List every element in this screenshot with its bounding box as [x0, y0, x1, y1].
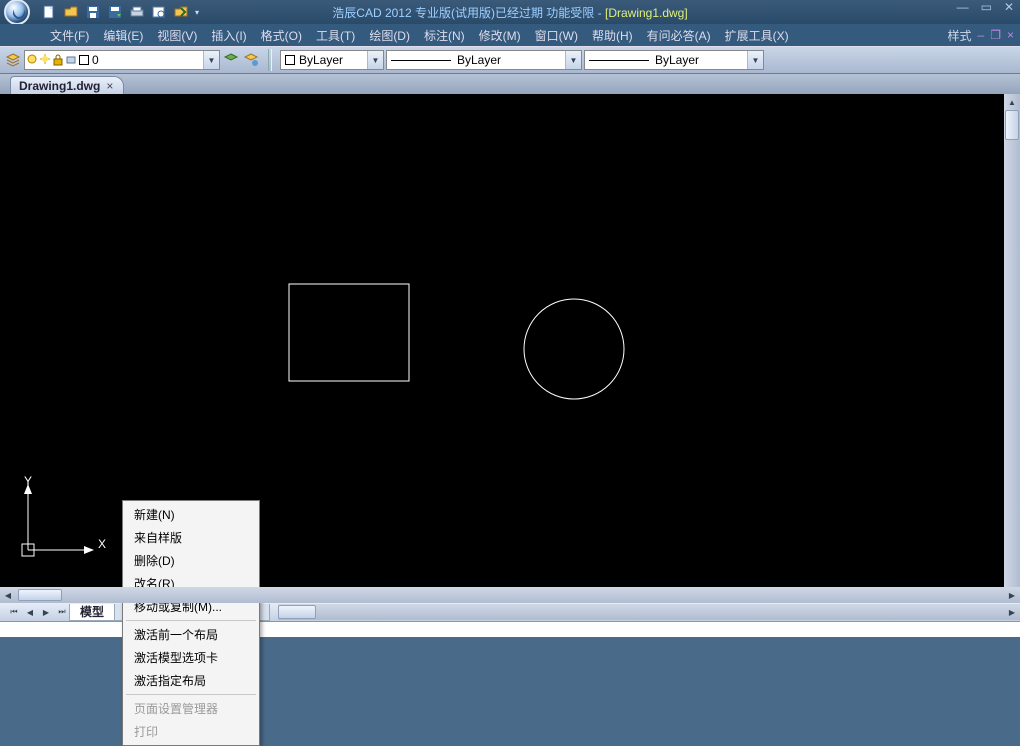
menu-view[interactable]: 视图(V) [151, 25, 203, 46]
linetype-dropdown[interactable]: ByLayer ▼ [386, 50, 582, 70]
color-dropdown[interactable]: ByLayer ▼ [280, 50, 384, 70]
lineweight-sample [589, 60, 649, 61]
new-icon[interactable] [38, 2, 60, 22]
layer-prev-icon[interactable] [242, 51, 260, 69]
ctx-modeltab[interactable]: 激活模型选项卡 [124, 646, 258, 669]
layer-color-swatch [79, 55, 89, 65]
ctx-new[interactable]: 新建(N) [124, 503, 258, 526]
minimize-icon[interactable]: — [957, 0, 969, 14]
color-swatch [285, 55, 295, 65]
layer-state-icon[interactable] [222, 51, 240, 69]
scroll-thumb[interactable] [1005, 110, 1019, 140]
ctx-prevlayout[interactable]: 激活前一个布局 [124, 623, 258, 646]
doc-minimize-icon[interactable]: – [978, 28, 985, 42]
quick-access-toolbar: ▾ [38, 2, 202, 22]
menu-help[interactable]: 帮助(H) [586, 25, 639, 46]
ctx-separator [126, 694, 256, 695]
ctx-separator [126, 620, 256, 621]
menu-bar: 文件(F) 编辑(E) 视图(V) 插入(I) 格式(O) 工具(T) 绘图(D… [0, 24, 1020, 46]
lineweight-dropdown[interactable]: ByLayer ▼ [584, 50, 764, 70]
layer-name: 0 [92, 53, 99, 67]
window-controls: — ▭ ✕ [957, 0, 1014, 14]
menu-modify[interactable]: 修改(M) [473, 25, 527, 46]
ctx-print: 打印 [124, 720, 258, 743]
tab-close-icon[interactable]: × [106, 79, 113, 93]
menu-insert[interactable]: 插入(I) [205, 25, 252, 46]
app-title-text: 浩辰CAD 2012 专业版(试用版)已经过期 功能受限 [332, 6, 594, 20]
open-icon[interactable] [60, 2, 82, 22]
ctx-delete[interactable]: 删除(D) [124, 549, 258, 572]
file-tab-strip: Drawing1.dwg × [0, 74, 1020, 94]
tab-prev-icon[interactable]: ◀ [22, 604, 38, 620]
file-tab-label: Drawing1.dwg [19, 79, 100, 93]
tab-last-icon[interactable]: ⏭ [54, 604, 70, 620]
ctx-template[interactable]: 来自样版 [124, 526, 258, 549]
color-value: ByLayer [299, 53, 343, 67]
ucs-icon: Y X [18, 480, 108, 573]
doc-close-icon[interactable]: × [1007, 28, 1014, 42]
layer-manager-icon[interactable] [4, 51, 22, 69]
toolbar-separator [268, 49, 272, 71]
menu-ext[interactable]: 扩展工具(X) [719, 25, 795, 46]
plot-icon[interactable] [126, 2, 148, 22]
publish-icon[interactable] [170, 2, 192, 22]
scroll-thumb[interactable] [278, 605, 316, 619]
linetype-sample [391, 60, 451, 61]
scroll-thumb[interactable] [18, 589, 62, 601]
file-tab[interactable]: Drawing1.dwg × [10, 76, 124, 94]
menu-format[interactable]: 格式(O) [255, 25, 308, 46]
vertical-scrollbar[interactable]: ▲ ▼ [1004, 94, 1020, 603]
drawing-canvas[interactable]: Y X 新建(N) 来自样版 删除(D) 改名(R) 移动或复制(M)... 激… [0, 94, 1020, 603]
close-icon[interactable]: ✕ [1004, 0, 1014, 14]
maximize-icon[interactable]: ▭ [981, 0, 992, 14]
chevron-down-icon: ▼ [565, 51, 581, 69]
chevron-down-icon: ▼ [747, 51, 763, 69]
app-logo[interactable] [4, 0, 30, 25]
menu-draw[interactable]: 绘图(D) [363, 25, 416, 46]
tab-model[interactable]: 模型 [69, 604, 115, 621]
layout-h-scroll[interactable]: ▶ [278, 604, 1020, 620]
quick-dropdown-icon[interactable]: ▾ [192, 8, 202, 17]
scroll-right-icon[interactable]: ▶ [1004, 604, 1020, 620]
menu-dim[interactable]: 标注(N) [418, 25, 471, 46]
ctx-spec[interactable]: 激活指定布局 [124, 669, 258, 692]
ctx-pagesetup: 页面设置管理器 [124, 697, 258, 720]
ucs-x-label: X [98, 537, 106, 551]
tab-next-icon[interactable]: ▶ [38, 604, 54, 620]
menu-file[interactable]: 文件(F) [44, 25, 95, 46]
menu-tools[interactable]: 工具(T) [310, 25, 361, 46]
doc-title-text: [Drawing1.dwg] [605, 6, 688, 20]
menu-window[interactable]: 窗口(W) [529, 25, 584, 46]
preview-icon[interactable] [148, 2, 170, 22]
scroll-right-icon[interactable]: ▶ [1004, 587, 1020, 603]
save-icon[interactable] [82, 2, 104, 22]
chevron-down-icon: ▼ [203, 51, 219, 69]
scroll-left-icon[interactable]: ◀ [0, 587, 16, 603]
chevron-down-icon: ▼ [367, 51, 383, 69]
menu-faq[interactable]: 有问必答(A) [641, 25, 717, 46]
menu-edit[interactable]: 编辑(E) [97, 25, 149, 46]
lock-icon [53, 54, 63, 66]
layout-context-menu: 新建(N) 来自样版 删除(D) 改名(R) 移动或复制(M)... 激活前一个… [122, 500, 260, 746]
ucs-y-label: Y [24, 474, 32, 488]
linetype-value: ByLayer [457, 53, 501, 67]
layer-dropdown[interactable]: 0 ▼ [24, 50, 220, 70]
doc-restore-icon[interactable]: ❐ [990, 28, 1001, 42]
title-bar: ▾ 浩辰CAD 2012 专业版(试用版)已经过期 功能受限 - [Drawin… [0, 0, 1020, 24]
canvas-h-scroll[interactable]: ◀ ▶ [0, 587, 1020, 603]
saveas-icon[interactable] [104, 2, 126, 22]
scroll-up-icon[interactable]: ▲ [1004, 94, 1020, 110]
bulb-on-icon [27, 54, 37, 66]
tab-first-icon[interactable]: ⏮ [6, 604, 22, 620]
menu-style[interactable]: 样式 [948, 27, 972, 44]
plot-layer-icon [66, 54, 76, 66]
sun-icon [40, 54, 50, 66]
properties-toolbar: 0 ▼ ByLayer ▼ ByLayer ▼ ByLayer ▼ [0, 46, 1020, 74]
lineweight-value: ByLayer [655, 53, 699, 67]
